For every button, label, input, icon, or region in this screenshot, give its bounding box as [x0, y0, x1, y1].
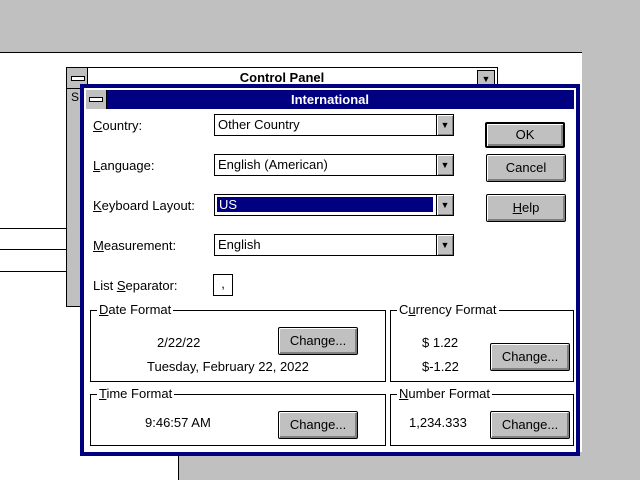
ok-button[interactable]: OK — [485, 122, 565, 148]
date-change-button[interactable]: Change... — [278, 327, 358, 355]
time-change-button[interactable]: Change... — [278, 411, 358, 439]
list-separator-label: List Separator: — [93, 278, 178, 293]
language-dropdown[interactable]: English (American) ▼ — [214, 154, 454, 176]
number-change-button[interactable]: Change... — [490, 411, 570, 439]
dialog-system-menu-icon[interactable] — [86, 90, 107, 109]
dropdown-arrow-icon[interactable]: ▼ — [436, 115, 453, 135]
number-value: 1,234.333 — [409, 415, 467, 430]
background-window-border — [0, 52, 582, 53]
currency-positive-value: $ 1.22 — [422, 335, 459, 350]
international-dialog: International Country: Other Country ▼ L… — [80, 84, 580, 456]
currency-negative-value: $-1.22 — [422, 359, 459, 374]
cancel-button[interactable]: Cancel — [486, 154, 566, 182]
keyboard-layout-dropdown[interactable]: US ▼ — [214, 194, 454, 216]
date-format-group: Date Format 2/22/22 Tuesday, February 22… — [90, 302, 386, 382]
dropdown-arrow-icon[interactable]: ▼ — [436, 235, 453, 255]
help-button[interactable]: Help — [486, 194, 566, 222]
background-list-strip — [0, 228, 66, 272]
dialog-title: International — [86, 90, 574, 109]
dropdown-arrow-icon[interactable]: ▼ — [436, 155, 453, 175]
measurement-value: English — [218, 237, 261, 252]
measurement-dropdown[interactable]: English ▼ — [214, 234, 454, 256]
currency-format-title: Currency Format — [397, 302, 499, 317]
country-value: Other Country — [218, 117, 300, 132]
country-label: Country: — [93, 118, 143, 133]
keyboard-layout-value: US — [216, 196, 434, 213]
desktop-top-area — [0, 0, 640, 52]
desktop-right-area — [582, 0, 640, 480]
control-panel-menu-item[interactable]: S — [71, 90, 79, 104]
time-format-group: Time Format 9:46:57 AM Change... — [90, 386, 386, 446]
currency-change-button[interactable]: Change... — [490, 343, 570, 371]
dropdown-arrow-icon[interactable]: ▼ — [436, 195, 453, 215]
background-lower-panel — [178, 452, 583, 480]
language-value: English (American) — [218, 157, 328, 172]
currency-format-group: Currency Format $ 1.22 $-1.22 Change... — [390, 302, 574, 382]
keyboard-layout-label: Keyboard Layout: — [93, 198, 195, 213]
language-label: Language: — [93, 158, 155, 173]
number-format-group: Number Format 1,234.333 Change... — [390, 386, 574, 446]
time-value: 9:46:57 AM — [145, 415, 211, 430]
time-format-title: Time Format — [97, 386, 175, 401]
number-format-title: Number Format — [397, 386, 493, 401]
country-dropdown[interactable]: Other Country ▼ — [214, 114, 454, 136]
measurement-label: Measurement: — [93, 238, 177, 253]
date-short-value: 2/22/22 — [157, 335, 201, 350]
list-separator-input[interactable]: , — [213, 274, 233, 296]
date-long-value: Tuesday, February 22, 2022 — [147, 359, 309, 374]
date-format-title: Date Format — [97, 302, 174, 317]
